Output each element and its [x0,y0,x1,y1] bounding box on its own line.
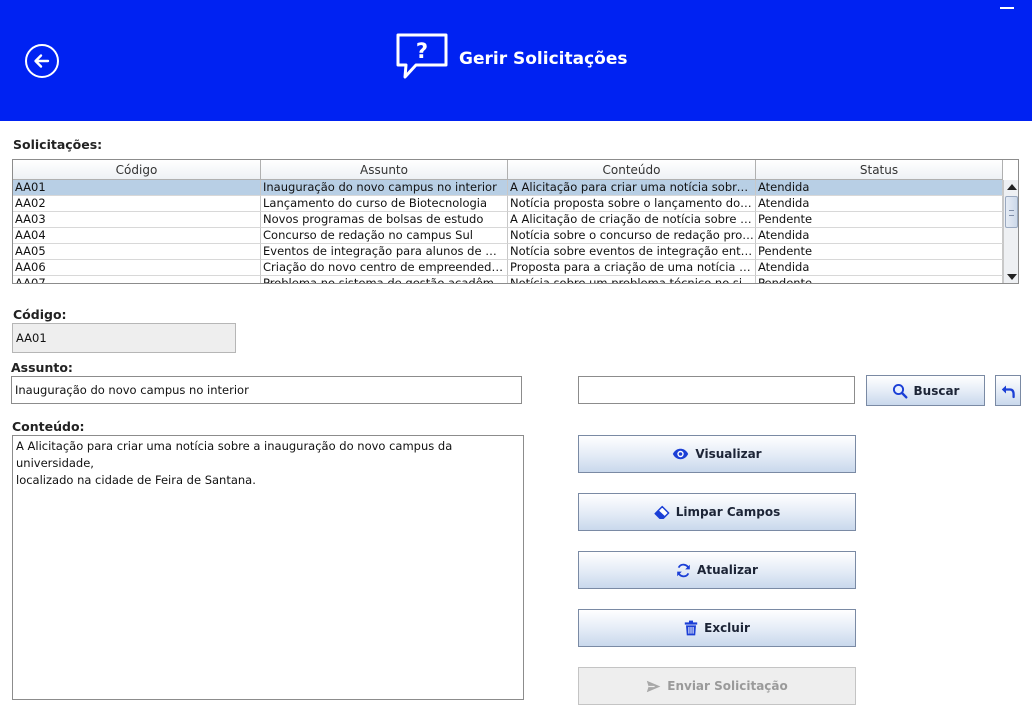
cell-conteudo: Proposta para a criação de uma notícia s… [508,260,756,276]
minimize-icon[interactable] [1000,7,1014,9]
undo-arrow-icon [1001,385,1015,398]
cell-codigo: AA05 [13,244,261,260]
magnifier-icon [892,383,908,398]
table-header: Código Assunto Conteúdo Status [13,160,1003,180]
speech-bubble-question-icon: ? [396,33,448,79]
scroll-thumb[interactable] [1005,196,1018,228]
cell-conteudo: A Alicitação para criar uma notícia sobr… [508,180,756,196]
enviar-solicitacao-label: Enviar Solicitação [667,679,788,693]
table-row[interactable]: AA03 Novos programas de bolsas de estudo… [13,212,1003,228]
table-row[interactable]: AA05 Eventos de integração para alunos d… [13,244,1003,260]
codigo-label: Código: [13,307,67,322]
buscar-button[interactable]: Buscar [866,375,985,406]
undo-search-button[interactable] [995,375,1021,406]
excluir-button[interactable]: Excluir [578,609,856,647]
page-title: Gerir Solicitações [459,49,628,69]
cell-conteudo: Notícia sobre eventos de integração entr… [508,244,756,260]
table-body: AA01 Inauguração do novo campus no inter… [13,180,1003,283]
column-header-codigo[interactable]: Código [13,160,261,180]
cell-status: Atendida [756,180,1003,196]
solicitacoes-table[interactable]: Código Assunto Conteúdo Status AA01 Inau… [12,159,1019,284]
cell-codigo: AA01 [13,180,261,196]
visualizar-label: Visualizar [695,447,762,461]
cell-conteudo: Notícia sobre o concurso de redação prom… [508,228,756,244]
column-header-status[interactable]: Status [756,160,1003,180]
cell-codigo: AA07 [13,276,261,283]
table-scrollbar[interactable] [1003,180,1018,283]
excluir-label: Excluir [704,621,750,635]
paper-plane-icon [647,680,661,692]
cell-assunto: Eventos de integração para alunos de me.… [261,244,508,260]
cell-status: Pendente [756,212,1003,228]
assunto-label: Assunto: [11,360,73,375]
header-bar: ? Gerir Solicitações [0,0,1032,121]
refresh-icon [677,563,690,577]
cell-status: Atendida [756,228,1003,244]
column-header-assunto[interactable]: Assunto [261,160,508,180]
trash-icon [684,620,698,636]
cell-status: Atendida [756,260,1003,276]
conteudo-label: Conteúdo: [12,419,85,434]
table-row[interactable]: AA04 Concurso de redação no campus Sul N… [13,228,1003,244]
assunto-field[interactable]: Inauguração do novo campus no interior [11,376,522,404]
back-button[interactable] [25,44,59,78]
buscar-label: Buscar [913,383,960,398]
cell-assunto: Inauguração do novo campus no interior [261,180,508,196]
eye-icon [673,448,689,460]
atualizar-button[interactable]: Atualizar [578,551,856,589]
arrow-left-circle-icon [34,54,50,68]
cell-codigo: AA06 [13,260,261,276]
codigo-field[interactable]: AA01 [12,323,236,353]
cell-conteudo: Notícia sobre um problema técnico no sis… [508,276,756,283]
conteudo-textarea[interactable]: A Alicitação para criar uma notícia sobr… [12,435,524,700]
cell-codigo: AA04 [13,228,261,244]
cell-conteudo: A Alicitação de criação de notícia sobre… [508,212,756,228]
visualizar-button[interactable]: Visualizar [578,435,856,473]
enviar-solicitacao-button[interactable]: Enviar Solicitação [578,667,856,705]
search-input[interactable] [578,376,855,404]
limpar-campos-label: Limpar Campos [675,505,781,519]
atualizar-label: Atualizar [697,563,758,577]
scroll-down-icon[interactable] [1007,274,1017,280]
cell-assunto: Criação do novo centro de empreendedori.… [261,260,508,276]
svg-text:?: ? [416,39,428,63]
table-row[interactable]: AA07 Problema no sistema de gestão acadê… [13,276,1003,283]
cell-status: Atendida [756,196,1003,212]
cell-codigo: AA03 [13,212,261,228]
cell-assunto: Problema no sistema de gestão acadêmica [261,276,508,283]
cell-assunto: Lançamento do curso de Biotecnologia [261,196,508,212]
table-row[interactable]: AA01 Inauguração do novo campus no inter… [13,180,1003,196]
cell-codigo: AA02 [13,196,261,212]
solicitacoes-label: Solicitações: [13,137,103,152]
cell-assunto: Novos programas de bolsas de estudo [261,212,508,228]
scroll-up-icon[interactable] [1007,184,1017,190]
table-row[interactable]: AA06 Criação do novo centro de empreende… [13,260,1003,276]
cell-status: Pendente [756,244,1003,260]
cell-conteudo: Notícia proposta sobre o lançamento do c… [508,196,756,212]
cell-status: Pendente [756,276,1003,283]
eraser-icon [654,505,670,519]
column-header-conteudo[interactable]: Conteúdo [508,160,756,180]
limpar-campos-button[interactable]: Limpar Campos [578,493,856,531]
cell-assunto: Concurso de redação no campus Sul [261,228,508,244]
app-window: ? Gerir Solicitações Solicitações: Códig… [0,0,1032,712]
table-row[interactable]: AA02 Lançamento do curso de Biotecnologi… [13,196,1003,212]
